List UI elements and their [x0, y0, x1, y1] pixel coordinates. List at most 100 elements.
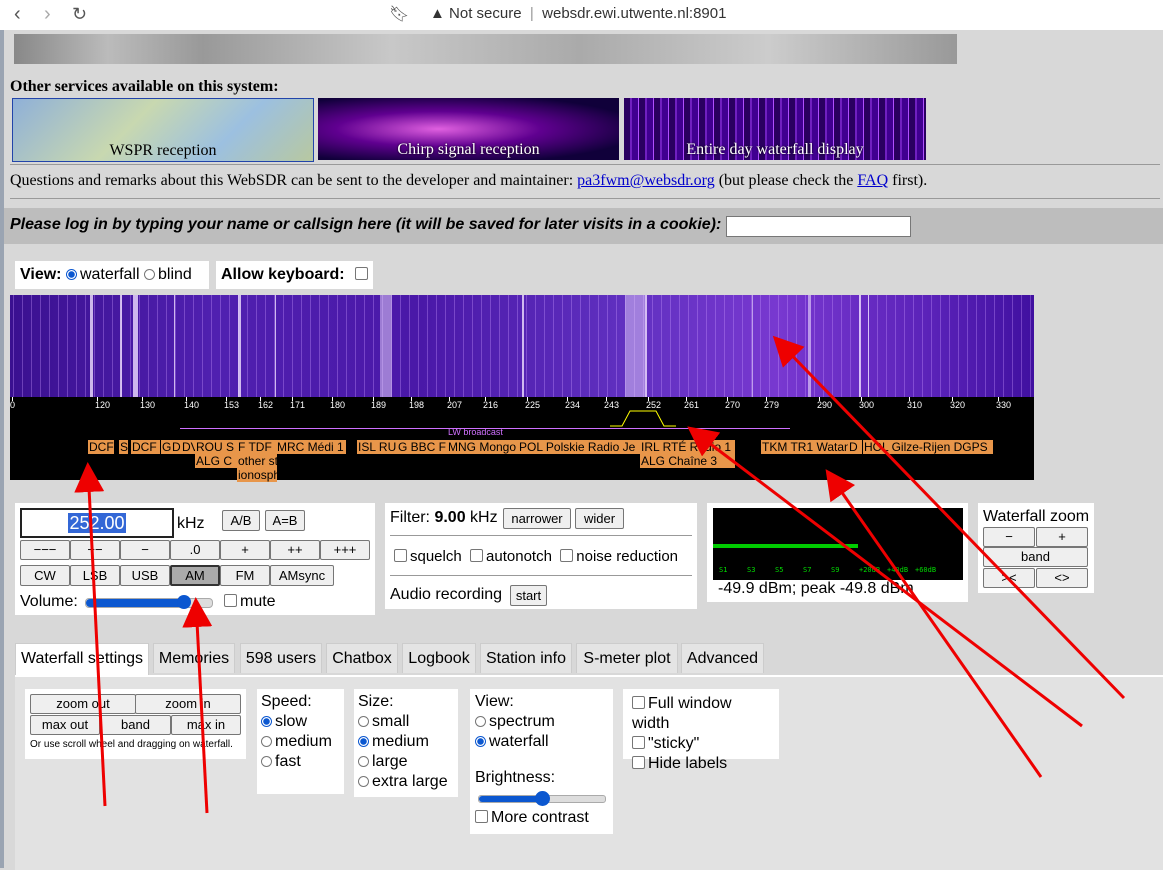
ab-button[interactable]: A/B [222, 510, 260, 531]
station-label[interactable]: ionosph [237, 468, 277, 482]
size-medium-radio[interactable] [358, 736, 369, 747]
station-label[interactable]: other st [237, 454, 277, 468]
wf-pan-right-button[interactable]: <> [1036, 568, 1088, 588]
volume-slider[interactable] [85, 595, 213, 609]
speed-medium-radio[interactable] [261, 736, 272, 747]
station-label[interactable]: POL Polskie Radio Je [518, 440, 642, 454]
mode-button-fm[interactable]: FM [220, 565, 270, 586]
more-contrast-checkbox[interactable] [475, 810, 488, 823]
view-blind-radio[interactable] [143, 269, 155, 280]
step-button[interactable]: − [120, 540, 170, 560]
mode-button-am[interactable]: AM [170, 565, 220, 586]
tab-logbook[interactable]: Logbook [402, 643, 476, 673]
station-label[interactable]: HOL Gilze-Rijen DGPS [863, 440, 993, 454]
view-waterfall-setting-radio[interactable] [475, 736, 486, 747]
view-waterfall-radio[interactable] [65, 269, 77, 280]
noise-reduction-checkbox[interactable] [560, 549, 574, 562]
speed-fast-radio[interactable] [261, 756, 272, 767]
tab-memories[interactable]: Memories [153, 643, 235, 673]
wf-zoom-plus-button[interactable]: + [1036, 527, 1088, 547]
tab-s-meter-plot[interactable]: S-meter plot [576, 643, 678, 673]
narrower-button[interactable]: narrower [503, 508, 571, 529]
station-label[interactable]: TKM TR1 Watan [761, 440, 851, 454]
station-label[interactable]: D [848, 440, 862, 454]
speed-medium-label: medium [275, 733, 332, 750]
mode-button-usb[interactable]: USB [120, 565, 170, 586]
step-button[interactable]: −−− [20, 540, 70, 560]
station-label[interactable]: ALG Chaîne 3 [640, 454, 735, 468]
url-text: websdr.ewi.utwente.nl:8901 [542, 5, 727, 22]
speed-slow-radio[interactable] [261, 716, 272, 727]
step-button[interactable]: −− [70, 540, 120, 560]
station-label[interactable]: MNG Mongo [447, 440, 520, 454]
station-label[interactable]: IRL RTÉ Radio 1 [640, 440, 735, 454]
day-waterfall-link[interactable]: Entire day waterfall display [624, 98, 926, 160]
speed-fast-label: fast [275, 753, 301, 770]
tab-station-info[interactable]: Station info [480, 643, 572, 673]
step-button[interactable]: .0 [170, 540, 220, 560]
view-waterfall-setting-label: waterfall [489, 733, 549, 750]
station-label[interactable]: S [119, 440, 128, 454]
bookmark-icon[interactable]: 🔖︎ [389, 4, 409, 26]
station-label[interactable]: DCF [131, 440, 160, 454]
squelch-checkbox[interactable] [394, 549, 407, 562]
station-label[interactable]: ISL RU [357, 440, 397, 454]
waterfall-display[interactable] [10, 295, 1034, 397]
mode-button-amsync[interactable]: AMsync [270, 565, 334, 586]
record-start-button[interactable]: start [510, 585, 547, 606]
zoom-out-button[interactable]: zoom out [30, 694, 136, 714]
station-label[interactable]: DCF [88, 440, 114, 454]
frequency-scale[interactable]: 0 120 130 140 153 162 171 180 189 198 207 216 225 234… [10, 397, 1034, 482]
size-large-radio[interactable] [358, 756, 369, 767]
mute-checkbox[interactable] [224, 594, 237, 607]
wspr-service-link[interactable]: WSPR reception [12, 98, 314, 162]
station-label[interactable]: ROU S [195, 440, 237, 454]
a-equals-b-button[interactable]: A=B [265, 510, 305, 531]
back-icon[interactable]: ‹ [14, 3, 21, 25]
mode-button-lsb[interactable]: LSB [70, 565, 120, 586]
divider [10, 198, 1160, 199]
zoom-in-button[interactable]: zoom in [135, 694, 241, 714]
faq-link[interactable]: FAQ [857, 172, 888, 189]
view-spectrum-radio[interactable] [475, 716, 486, 727]
step-button[interactable]: + [220, 540, 270, 560]
receiver-photo [14, 34, 957, 64]
max-in-button[interactable]: max in [171, 715, 241, 735]
wider-button[interactable]: wider [575, 508, 624, 529]
address-bar[interactable]: ▲ Not secure | websdr.ewi.utwente.nl:890… [430, 5, 726, 22]
mode-button-cw[interactable]: CW [20, 565, 70, 586]
tab-598-users[interactable]: 598 users [240, 643, 322, 673]
brightness-slider[interactable] [475, 788, 608, 808]
size-small-radio[interactable] [358, 716, 369, 727]
tab-waterfall-settings[interactable]: Waterfall settings [15, 643, 149, 675]
email-link[interactable]: pa3fwm@websdr.org [577, 172, 715, 189]
passband-indicator[interactable] [610, 409, 690, 427]
size-extra-large-radio[interactable] [358, 776, 369, 787]
station-label[interactable]: MRC Médi 1 [276, 440, 346, 454]
station-label[interactable]: ALG C [195, 454, 237, 468]
max-out-button[interactable]: max out [30, 715, 100, 735]
chirp-service-link[interactable]: Chirp signal reception [318, 98, 619, 160]
scale-tick-label: 140 [184, 400, 200, 410]
autonotch-checkbox[interactable] [470, 549, 484, 562]
forward-icon[interactable]: › [44, 3, 51, 25]
frequency-input[interactable]: 252.00 [20, 508, 174, 538]
tab-chatbox[interactable]: Chatbox [326, 643, 398, 673]
station-label[interactable]: DV [181, 440, 196, 454]
station-label[interactable]: G BBC F [397, 440, 448, 454]
wf-pan-left-button[interactable]: >< [983, 568, 1035, 588]
keyboard-checkbox[interactable] [355, 267, 369, 280]
station-label[interactable]: F TDF [237, 440, 277, 454]
step-button[interactable]: ++ [270, 540, 320, 560]
full-width-checkbox[interactable] [632, 696, 645, 709]
reload-icon[interactable]: ↻ [72, 3, 87, 25]
wspr-label: WSPR reception [109, 142, 217, 159]
tab-advanced[interactable]: Advanced [681, 643, 764, 673]
hide-labels-checkbox[interactable] [632, 756, 645, 769]
sticky-checkbox[interactable] [632, 736, 645, 749]
callsign-input[interactable] [726, 216, 911, 237]
step-button[interactable]: +++ [320, 540, 370, 560]
wf-zoom-band-button[interactable]: band [983, 547, 1088, 567]
wf-zoom-minus-button[interactable]: − [983, 527, 1035, 547]
band-button[interactable]: band [100, 715, 171, 735]
